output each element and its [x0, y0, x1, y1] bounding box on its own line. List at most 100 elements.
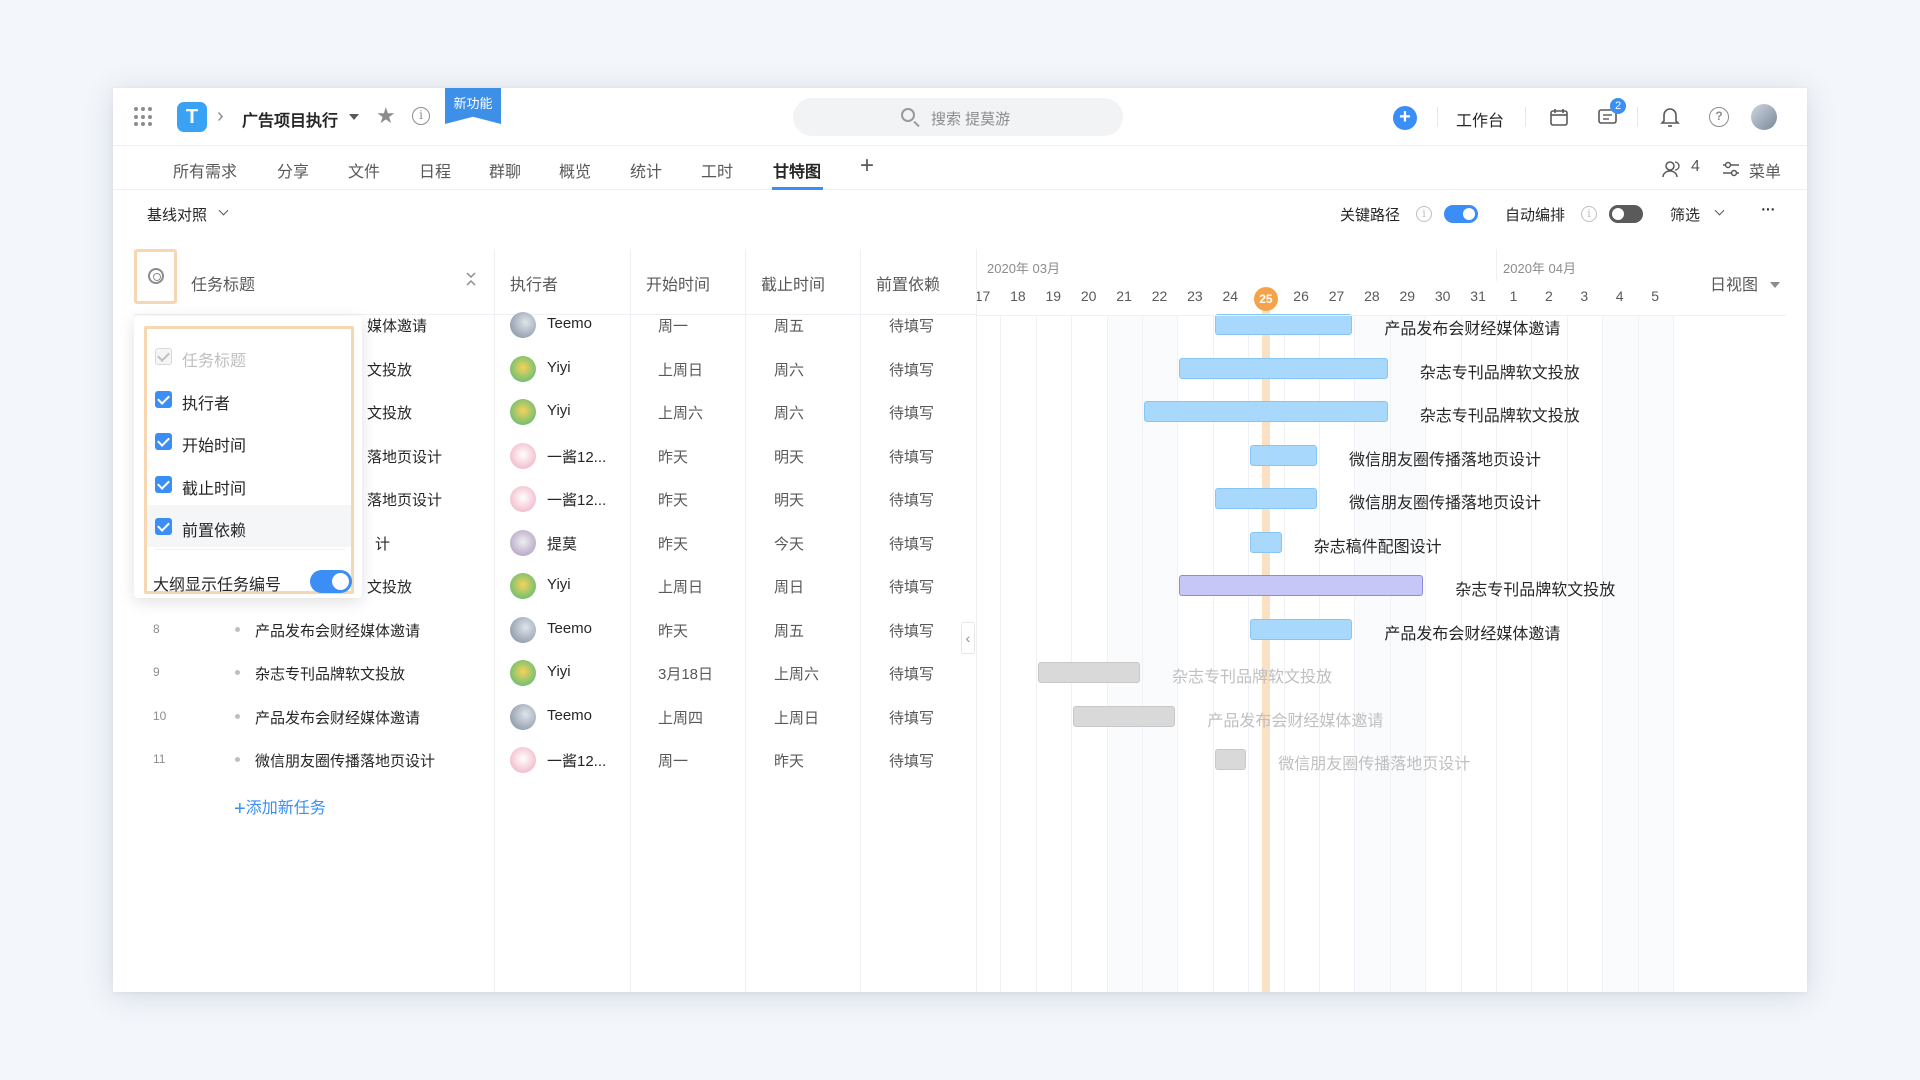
more-icon[interactable]: ··· — [1760, 198, 1776, 221]
start-time[interactable]: 上周日 — [658, 576, 703, 597]
start-time[interactable]: 周一 — [658, 315, 688, 336]
assignee-name[interactable]: Teemo — [547, 315, 592, 332]
column-option[interactable]: 前置依赖 — [147, 505, 351, 547]
tab-all-requirements[interactable]: 所有需求 — [173, 158, 237, 182]
menu-settings-icon[interactable] — [1722, 161, 1740, 177]
dependency[interactable]: 待填写 — [889, 446, 934, 467]
table-row[interactable]: 11 微信朋友圈传播落地页设计 一酱12... 周一 昨天 待填写 — [134, 738, 974, 780]
end-time[interactable]: 今天 — [774, 533, 804, 554]
gantt-bar[interactable] — [1214, 488, 1317, 509]
critical-path-toggle[interactable] — [1444, 205, 1478, 223]
dependency[interactable]: 待填写 — [889, 750, 934, 771]
start-time[interactable]: 上周六 — [658, 402, 703, 423]
dependency[interactable]: 待填写 — [889, 402, 934, 423]
table-row[interactable]: 8 产品发布会财经媒体邀请 Teemo 昨天 周五 待填写 — [134, 608, 974, 650]
task-title[interactable]: 落地页设计 — [367, 446, 442, 467]
user-avatar[interactable] — [1751, 104, 1777, 130]
end-time[interactable]: 周日 — [774, 576, 804, 597]
start-time[interactable]: 上周日 — [658, 359, 703, 380]
header-end-time[interactable]: 截止时间 — [761, 271, 825, 295]
task-title[interactable]: 媒体邀请 — [367, 315, 427, 336]
new-feature-badge[interactable]: 新功能 — [445, 88, 501, 124]
tab-group-chat[interactable]: 群聊 — [489, 158, 521, 182]
header-assignee[interactable]: 执行者 — [510, 271, 558, 295]
start-time[interactable]: 周一 — [658, 750, 688, 771]
assignee-name[interactable]: Teemo — [547, 707, 592, 724]
end-time[interactable]: 明天 — [774, 446, 804, 467]
tab-work-hours[interactable]: 工时 — [701, 158, 733, 182]
tab-files[interactable]: 文件 — [348, 158, 380, 182]
assignee-name[interactable]: 提莫 — [547, 533, 577, 554]
gantt-bar[interactable] — [1037, 662, 1140, 683]
header-task-title[interactable]: 任务标题 — [191, 271, 255, 295]
end-time[interactable]: 周六 — [774, 359, 804, 380]
gantt-bar[interactable] — [1179, 575, 1424, 596]
assignee-name[interactable]: 一酱12... — [547, 446, 606, 467]
workbench-link[interactable]: 工作台 — [1456, 107, 1504, 131]
dependency[interactable]: 待填写 — [889, 315, 934, 336]
assignee-name[interactable]: Teemo — [547, 620, 592, 637]
collapse-icon[interactable] — [464, 269, 478, 289]
assignee-name[interactable]: 一酱12... — [547, 489, 606, 510]
project-dropdown-icon[interactable] — [349, 114, 359, 120]
gantt-bar[interactable] — [1250, 618, 1353, 640]
add-icon[interactable]: + — [1393, 106, 1417, 130]
gantt-bar[interactable] — [1144, 401, 1388, 422]
tab-statistics[interactable]: 统计 — [630, 158, 662, 182]
add-task-button[interactable]: +添加新任务 — [234, 794, 326, 821]
tab-overview[interactable]: 概览 — [559, 158, 591, 182]
assignee-name[interactable]: Yiyi — [547, 402, 571, 419]
assignee-name[interactable]: Yiyi — [547, 359, 571, 376]
start-time[interactable]: 昨天 — [658, 533, 688, 554]
table-row[interactable]: 10 产品发布会财经媒体邀请 Teemo 上周四 上周日 待填写 — [134, 695, 974, 737]
gantt-bar[interactable] — [1179, 357, 1388, 379]
outline-number-toggle[interactable] — [310, 570, 352, 593]
start-time[interactable]: 昨天 — [658, 446, 688, 467]
gantt-bar[interactable] — [1214, 749, 1247, 770]
tab-gantt[interactable]: 甘特图 — [773, 158, 821, 182]
app-logo[interactable]: T — [177, 102, 207, 132]
task-title[interactable]: 文投放 — [367, 576, 412, 597]
dependency[interactable]: 待填写 — [889, 533, 934, 554]
dependency[interactable]: 待填写 — [889, 620, 934, 641]
header-start-time[interactable]: 开始时间 — [646, 271, 710, 295]
project-title[interactable]: 广告项目执行 — [242, 107, 338, 131]
end-time[interactable]: 周五 — [774, 315, 804, 336]
baseline-compare-dropdown[interactable]: 基线对照 — [147, 204, 207, 225]
dependency[interactable]: 待填写 — [889, 576, 934, 597]
end-time[interactable]: 明天 — [774, 489, 804, 510]
tab-schedule[interactable]: 日程 — [419, 158, 451, 182]
star-icon[interactable]: ★ — [376, 103, 396, 129]
column-option[interactable]: 执行者 — [147, 378, 351, 420]
bell-icon[interactable] — [1660, 106, 1680, 128]
start-time[interactable]: 昨天 — [658, 620, 688, 641]
gantt-bar[interactable] — [1214, 314, 1353, 335]
gantt-bar[interactable] — [1250, 444, 1317, 466]
collapse-panel-handle[interactable]: ‹ — [961, 622, 975, 654]
table-row[interactable]: 9 杂志专刊品牌软文投放 Yiyi 3月18日 上周六 待填写 — [134, 651, 974, 693]
assignee-name[interactable]: 一酱12... — [547, 750, 606, 771]
checkbox[interactable] — [155, 390, 172, 408]
task-title[interactable]: 落地页设计 — [367, 489, 442, 510]
dependency[interactable]: 待填写 — [889, 489, 934, 510]
view-mode-dropdown[interactable]: 日视图 — [1710, 271, 1781, 295]
members-count[interactable]: 4 — [1691, 158, 1700, 176]
info-icon[interactable]: i — [412, 107, 430, 125]
end-time[interactable]: 上周六 — [774, 663, 819, 684]
task-title[interactable]: 文投放 — [367, 402, 412, 423]
app-grid-icon[interactable] — [134, 107, 154, 127]
end-time[interactable]: 周六 — [774, 402, 804, 423]
column-option[interactable]: 开始时间 — [147, 420, 351, 462]
column-settings-button[interactable] — [134, 249, 177, 304]
add-tab-icon[interactable]: + — [860, 152, 874, 180]
task-title[interactable]: 杂志专刊品牌软文投放 — [255, 663, 405, 684]
filter-dropdown[interactable]: 筛选 — [1670, 204, 1700, 225]
header-dependency[interactable]: 前置依赖 — [876, 271, 940, 295]
dependency[interactable]: 待填写 — [889, 359, 934, 380]
info-icon[interactable]: i — [1416, 206, 1432, 222]
info-icon[interactable]: i — [1581, 206, 1597, 222]
gantt-bar[interactable] — [1073, 705, 1176, 727]
auto-schedule-toggle[interactable] — [1609, 205, 1643, 223]
calendar-icon[interactable] — [1549, 107, 1569, 127]
end-time[interactable]: 周五 — [774, 620, 804, 641]
